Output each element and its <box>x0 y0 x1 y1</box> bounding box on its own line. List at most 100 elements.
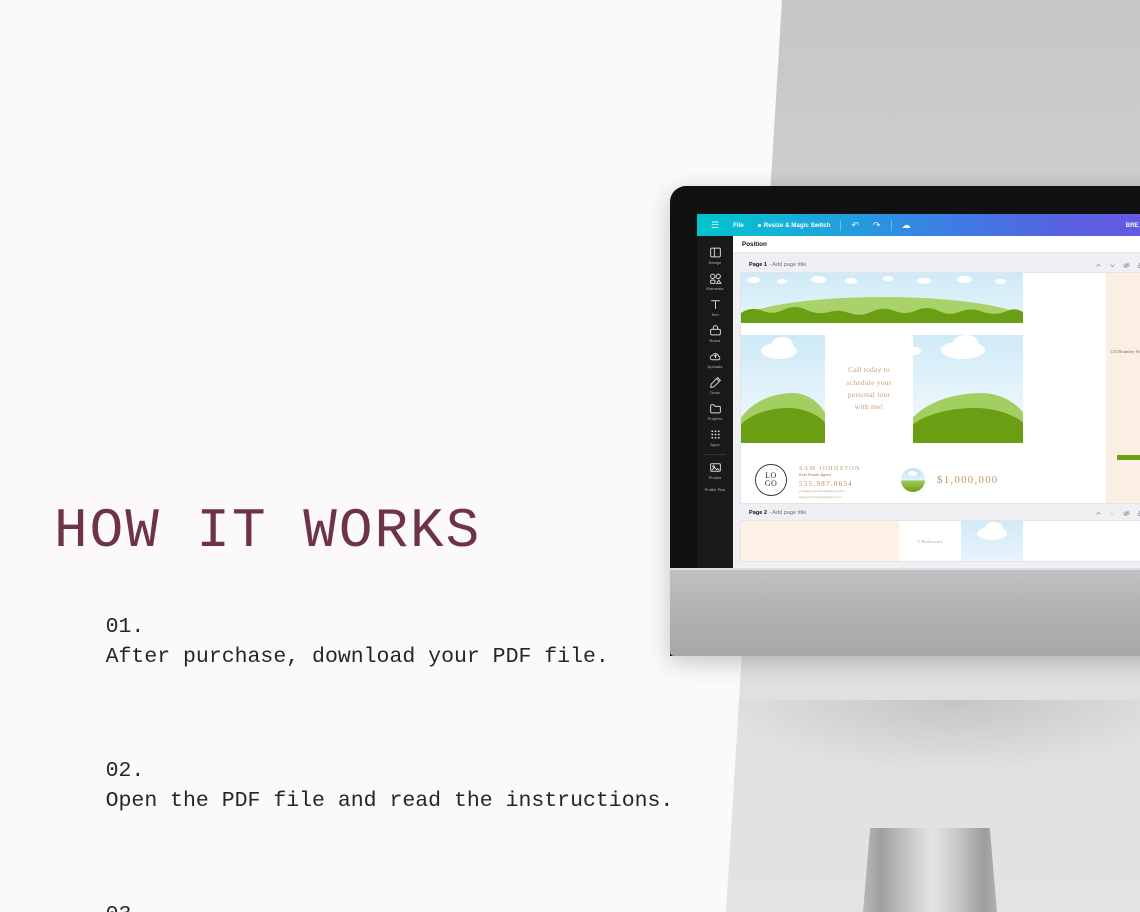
move-down-icon[interactable] <box>1109 510 1116 517</box>
page2-cream-panel <box>741 521 899 561</box>
sidebar-item-uploads[interactable]: Uploads <box>697 346 733 372</box>
sidebar-item-label: Projects <box>707 416 723 421</box>
cloud-shape <box>908 471 917 476</box>
draw-icon <box>709 376 722 389</box>
cloud-sync-icon: ☁ <box>901 219 911 230</box>
position-toolbar: Position <box>733 236 1140 253</box>
sidebar-item-label: Design <box>708 260 722 265</box>
page-toolbar <box>1095 262 1140 269</box>
sidebar-divider <box>704 454 726 455</box>
sidebar-item-label: Profile Pics <box>704 487 726 492</box>
page2-photo-panel <box>961 521 1023 561</box>
agent-name: SAM JOHNSTON <box>799 465 861 472</box>
left-photo-panel <box>741 335 825 443</box>
sidebar-item-label: Elements <box>706 286 724 291</box>
sidebar-item-label: Brand <box>709 338 721 343</box>
step-number: 01. <box>105 614 145 639</box>
undo-button[interactable]: ↶ <box>844 220 866 231</box>
cloud-shape <box>957 276 972 283</box>
canva-left-sidebar: Design Elements Text Brand Uploads Draw … <box>697 236 733 568</box>
logo-line-2: GO <box>764 479 778 488</box>
sidebar-item-label: Text <box>711 312 719 317</box>
middle-row: Call today to schedule your personal tou… <box>741 323 1023 458</box>
hamburger-menu-button[interactable]: ☰ <box>704 220 726 231</box>
cloud-shape <box>811 276 826 283</box>
page-2-canvas[interactable]: 5 Bedrooms <box>741 521 1140 561</box>
cloud-sync-button[interactable]: ☁ <box>895 220 918 231</box>
imac-monitor-mockup: ☰ File Resize & Magic Switch ↶ ↷ ☁ BRE D… <box>670 186 1140 912</box>
undo-icon: ↶ <box>851 219 860 230</box>
sidebar-item-brand[interactable]: Brand <box>697 320 733 346</box>
page-1-canvas[interactable]: 123 Boundry St, Dallas, TX <box>741 273 1140 503</box>
file-menu-button[interactable]: File <box>726 222 751 229</box>
canva-top-toolbar: ☰ File Resize & Magic Switch ↶ ↷ ☁ BRE <box>697 214 1140 236</box>
elements-icon <box>709 272 722 285</box>
property-price: $1,000,000 <box>937 474 999 486</box>
page2-feature-text: 5 Bedrooms <box>899 521 961 561</box>
logo-placeholder: LO GO <box>755 464 787 496</box>
monitor-stand-neck <box>862 828 998 912</box>
green-accent-strip <box>1117 455 1140 460</box>
sidebar-item-label: Draw <box>710 390 720 395</box>
hide-page-icon[interactable] <box>1123 510 1130 517</box>
editor-body: Design Elements Text Brand Uploads Draw … <box>697 236 1140 568</box>
projects-icon <box>709 402 722 415</box>
sidebar-item-profile-pics[interactable]: Profile Pics <box>697 483 733 495</box>
page-title-placeholder[interactable]: - Add page title <box>769 262 806 268</box>
page-number: Page 2 <box>749 510 768 516</box>
monitor-bezel: ☰ File Resize & Magic Switch ↶ ↷ ☁ BRE D… <box>670 186 1140 656</box>
cloud-shape <box>917 278 931 284</box>
sidebar-item-label: Uploads <box>707 364 723 369</box>
agent-email: email@yourrealestatehere.com <box>799 489 845 493</box>
design-icon <box>709 246 722 259</box>
move-up-icon[interactable] <box>1095 510 1102 517</box>
page-toolbar <box>1095 510 1140 517</box>
front-hills-shape <box>741 307 1023 323</box>
apps-icon <box>709 428 722 441</box>
property-address: 123 Boundry St, Dallas, TX <box>1110 349 1140 354</box>
agent-role: Real Estate Agent <box>799 472 832 477</box>
toolbar-divider <box>840 219 842 231</box>
document-title[interactable]: BRE_LM_Property- <box>1126 222 1140 229</box>
pages-scroll-area[interactable]: Page 1 - Add page title 123 Boundry St C… <box>733 253 1140 568</box>
move-down-icon[interactable] <box>1109 262 1116 269</box>
resize-label: Resize & Magic Switch <box>763 221 831 229</box>
sidebar-item-elements[interactable]: Elements <box>697 268 733 294</box>
sidebar-item-projects[interactable]: Projects <box>697 398 733 424</box>
brand-icon <box>709 324 722 337</box>
call-to-action-text-box[interactable]: Call today to schedule your personal tou… <box>825 335 913 443</box>
agent-footer-card: LO GO SAM JOHNSTON Real Estate Agent 555… <box>741 455 1140 503</box>
sidebar-item-design[interactable]: Design <box>697 242 733 268</box>
uploads-icon <box>709 350 722 363</box>
cloud-shape <box>953 335 979 353</box>
list-item: 02. Open the PDF file and read the instr… <box>54 725 694 847</box>
page-title-placeholder[interactable]: - Add page title <box>769 510 806 516</box>
agent-phone: 555.987.0654 <box>799 479 854 488</box>
position-button[interactable]: Position <box>742 241 767 248</box>
redo-button[interactable]: ↷ <box>866 220 888 231</box>
address-panel <box>1106 273 1140 503</box>
cta-text: Call today to schedule your personal tou… <box>846 365 892 412</box>
cloud-shape <box>747 277 760 283</box>
sidebar-item-draw[interactable]: Draw <box>697 372 733 398</box>
monitor-chin <box>670 568 1140 656</box>
step-text: After purchase, download your PDF file. <box>105 645 609 670</box>
toolbar-divider <box>890 219 892 231</box>
sidebar-item-photos[interactable]: Photos <box>697 457 733 483</box>
cloud-shape <box>913 347 921 355</box>
step-number: 03. <box>106 903 145 912</box>
page-number: Page 1 <box>749 262 768 268</box>
sidebar-item-apps[interactable]: Apps <box>697 424 733 450</box>
how-it-works-section: HOW IT WORKS 01. After purchase, downloa… <box>54 503 694 912</box>
agent-website: www.yourrealestatehere.com <box>799 494 842 499</box>
list-item: 03. Log in to your Canva account or regi… <box>54 869 694 912</box>
move-up-icon[interactable] <box>1095 262 1102 269</box>
text-icon <box>709 298 722 311</box>
cloud-shape <box>777 279 787 284</box>
sidebar-item-text[interactable]: Text <box>697 294 733 320</box>
header-landscape-banner <box>741 273 1023 323</box>
hide-page-icon[interactable] <box>1123 262 1130 269</box>
page-2-header: Page 2 - Add page title <box>741 507 1140 519</box>
resize-magic-switch-button[interactable]: Resize & Magic Switch <box>751 222 838 229</box>
agent-details: SAM JOHNSTON Real Estate Agent 555.987.0… <box>799 465 891 499</box>
